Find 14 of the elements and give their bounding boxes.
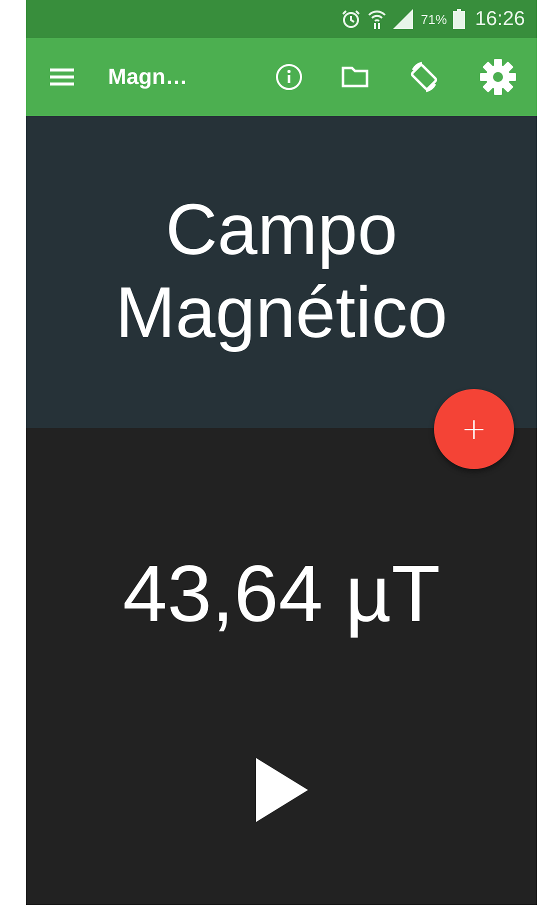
signal-icon [392, 9, 415, 29]
toolbar-title: Magn… [108, 64, 188, 90]
play-icon[interactable] [256, 758, 308, 822]
clock-time: 16:26 [474, 8, 525, 30]
alarm-icon [340, 9, 361, 29]
battery-percent: 71% [420, 12, 447, 26]
battery-icon [452, 9, 465, 29]
info-icon[interactable] [275, 63, 303, 91]
wifi-icon [366, 8, 387, 30]
folder-icon[interactable] [341, 65, 369, 89]
menu-icon[interactable] [50, 68, 74, 86]
settings-icon[interactable] [479, 58, 517, 96]
field-reading: 43,64 µT [122, 548, 440, 640]
page-title: Campo Magnético [114, 189, 449, 355]
